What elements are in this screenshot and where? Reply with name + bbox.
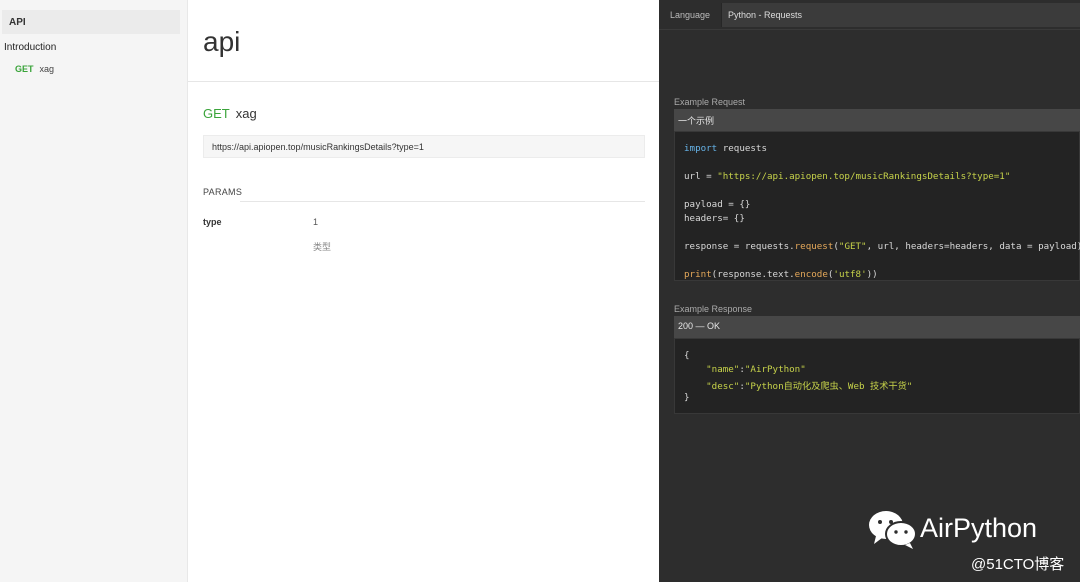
code-line: url = "https://api.apiopen.top/musicRank… [684,171,1011,182]
page-title: api [203,26,241,57]
params-divider [240,201,645,202]
sidebar-item-introduction[interactable]: Introduction [4,42,56,53]
code-line: response = requests.request("GET", url, … [684,241,1080,252]
language-label: Language [670,10,711,20]
endpoint-method: GET [203,106,230,121]
param-description: 类型 [313,242,332,252]
code-line: "name":"AirPython" [706,364,806,375]
example-response-status[interactable]: 200 — OK [674,316,1080,338]
example-response-code: { "name":"AirPython" "desc":"Python自动化及爬… [674,338,1080,414]
endpoint-heading: GET xag [203,106,257,121]
wechat-icon [869,511,917,549]
title-divider [188,81,659,82]
param-value: 1 [313,217,319,227]
code-line: headers= {} [684,213,745,224]
example-request-code: import requests url = "https://api.apiop… [674,131,1080,281]
param-name: type [203,217,222,227]
endpoint-name: xag [235,106,257,121]
code-line: import requests [684,143,767,154]
endpoint-url[interactable]: https://api.apiopen.top/musicRankingsDet… [203,135,645,158]
sidebar: API Introduction GET xag [0,0,188,582]
doc-main: api GET xag https://api.apiopen.top/music… [188,0,659,582]
params-heading: PARAMS [203,187,243,197]
watermark-name: AirPython [920,513,1038,543]
example-request-label: Example Request [674,97,746,107]
language-divider [659,29,1080,30]
code-line: payload = {} [684,199,751,210]
sidebar-item-xag[interactable]: GET xag [15,64,54,74]
sidebar-item-label: xag [39,64,55,74]
code-line: "desc":"Python自动化及爬虫、Web 技术干货" [706,381,913,392]
language-select[interactable]: Python - Requests [721,3,1080,27]
code-line: { [684,350,690,361]
code-line: print(response.text.encode('utf8')) [684,269,878,280]
example-request-tab[interactable]: 一个示例 [674,109,1080,131]
sidebar-section-api[interactable]: API [2,10,180,34]
example-response-label: Example Response [674,304,753,314]
code-line: } [684,392,690,403]
method-badge: GET [15,64,34,74]
code-panel: Language Python - Requests Example Reque… [659,0,1080,582]
watermark-sub: @51CTO博客 [971,556,1065,573]
